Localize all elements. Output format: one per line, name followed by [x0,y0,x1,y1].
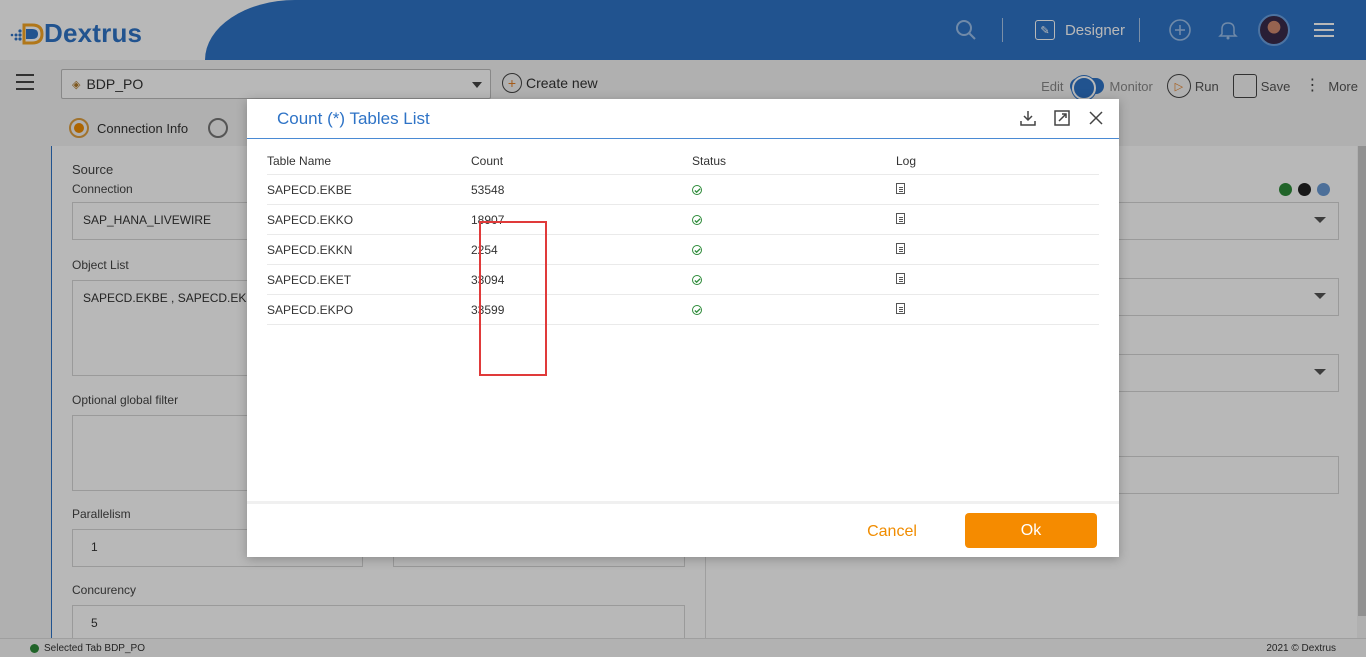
count-tables-dialog: Count (*) Tables List Table Name Count S… [247,99,1119,557]
table-row: SAPECD.EKKO 18907 [267,205,1099,235]
status-success-icon [692,275,702,285]
download-icon[interactable] [1017,107,1039,129]
column-header-count: Count [471,153,504,168]
column-header-table-name: Table Name [267,153,332,168]
log-file-icon[interactable] [896,182,905,194]
ok-button[interactable]: Ok [965,513,1097,548]
log-file-icon[interactable] [896,242,905,254]
dialog-title: Count (*) Tables List [277,109,430,128]
table-name-cell: SAPECD.EKKO [267,212,354,227]
dialog-footer: Cancel Ok [247,501,1119,557]
table-row: SAPECD.EKBE 53548 [267,175,1099,205]
close-icon[interactable] [1085,107,1107,129]
status-success-icon [692,185,702,195]
dialog-header: Count (*) Tables List [247,99,1119,139]
table-row: SAPECD.EKET 33094 [267,265,1099,295]
count-cell: 53548 [471,182,505,197]
table-row: SAPECD.EKKN 2254 [267,235,1099,265]
table-header-row: Table Name Count Status Log [267,147,1099,175]
table-name-cell: SAPECD.EKBE [267,182,352,197]
table-name-cell: SAPECD.EKKN [267,242,353,257]
dialog-header-actions [1005,107,1107,129]
log-file-icon[interactable] [896,302,905,314]
log-file-icon[interactable] [896,212,905,224]
status-success-icon [692,245,702,255]
status-success-icon [692,305,702,315]
count-column-highlight [479,221,547,376]
status-success-icon [692,215,702,225]
table-name-cell: SAPECD.EKET [267,272,352,287]
tables-count-table: Table Name Count Status Log SAPECD.EKBE … [267,147,1099,376]
column-header-log: Log [896,153,917,168]
log-file-icon[interactable] [896,272,905,284]
table-name-cell: SAPECD.EKPO [267,302,354,317]
column-header-status: Status [692,153,727,168]
cancel-button[interactable]: Cancel [857,517,927,547]
expand-icon[interactable] [1051,107,1073,129]
table-row: SAPECD.EKPO 33599 [267,295,1099,325]
